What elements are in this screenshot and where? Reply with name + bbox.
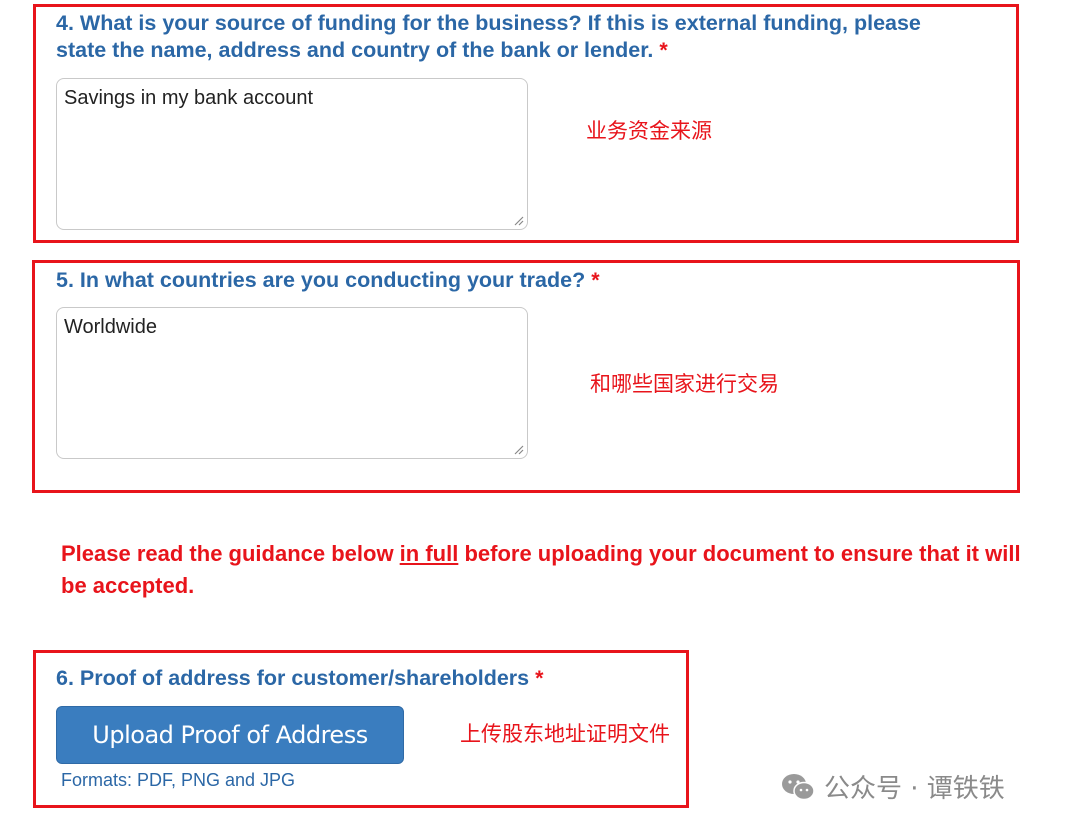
- trade-countries-value: Worldwide: [64, 316, 157, 338]
- wechat-icon: [782, 773, 815, 800]
- watermark: 公众号 · 谭铁铁: [780, 768, 1005, 805]
- annotation-upload: 上传股东地址证明文件: [460, 722, 670, 746]
- required-asterisk: *: [591, 268, 600, 292]
- upload-proof-button[interactable]: Upload Proof of Address: [56, 706, 404, 764]
- watermark-text: 公众号 · 谭铁铁: [824, 774, 1005, 804]
- annotation-funding: 业务资金来源: [586, 119, 712, 143]
- required-asterisk: *: [659, 38, 668, 62]
- question-5-title: 5. In what countries are you conducting …: [56, 268, 600, 292]
- resize-grip-icon[interactable]: [512, 443, 524, 455]
- guidance-emphasis: in full: [399, 541, 459, 566]
- question-4-title: 4. What is your source of funding for th…: [56, 10, 1016, 64]
- funding-source-textarea[interactable]: Savings in my bank account: [56, 78, 528, 230]
- question-6-title: 6. Proof of address for customer/shareho…: [56, 666, 544, 690]
- resize-grip-icon[interactable]: [512, 214, 524, 226]
- trade-countries-textarea[interactable]: Worldwide: [56, 307, 528, 459]
- question-4-line1: 4. What is your source of funding for th…: [56, 11, 921, 35]
- funding-source-value: Savings in my bank account: [64, 87, 314, 109]
- guidance-text: Please read the guidance below in full b…: [61, 541, 1021, 598]
- file-formats-hint: Formats: PDF, PNG and JPG: [61, 770, 296, 790]
- annotation-countries: 和哪些国家进行交易: [590, 372, 779, 396]
- question-4-line2: state the name, address and country of t…: [56, 38, 654, 62]
- required-asterisk: *: [535, 666, 544, 690]
